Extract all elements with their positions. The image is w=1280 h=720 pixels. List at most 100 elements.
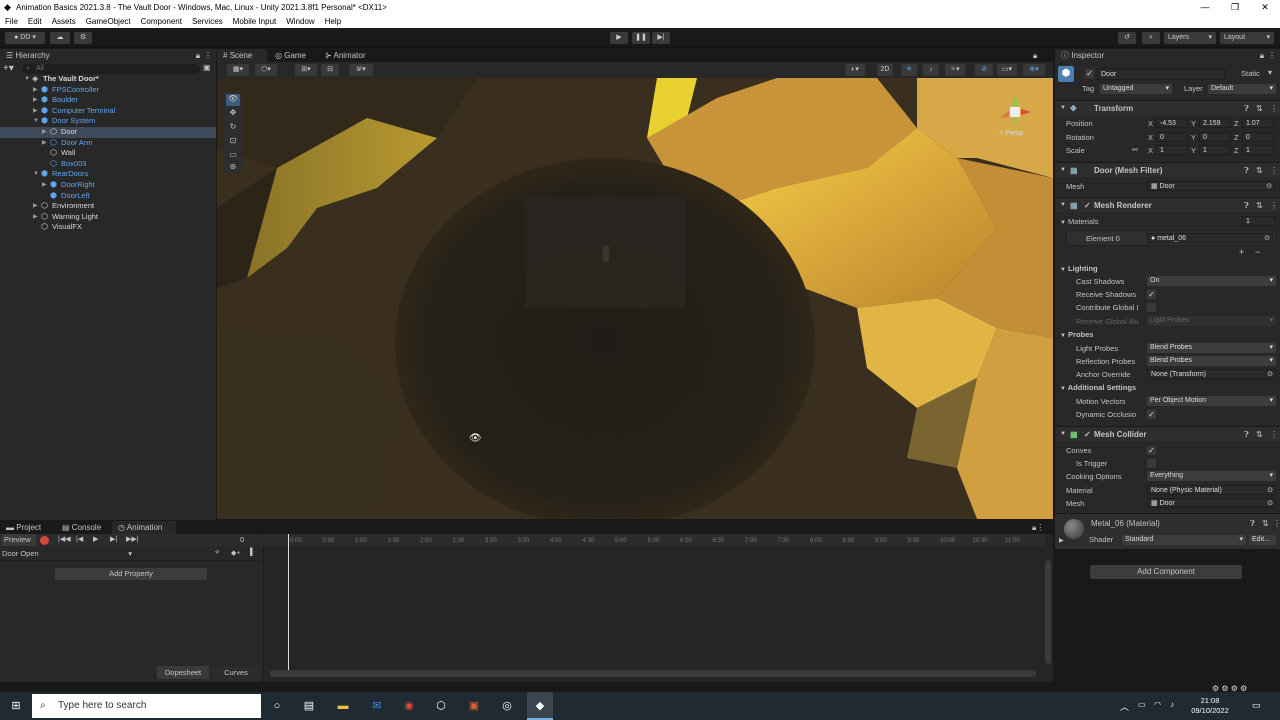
help-icon[interactable]: ❓︎	[1244, 163, 1249, 178]
last-key-icon[interactable]: ▶▶|	[126, 534, 139, 546]
position-x-field[interactable]: -4.53	[1156, 118, 1188, 128]
motion-vectors-dropdown[interactable]: Per Object Motion ▾	[1147, 396, 1276, 406]
lighting-icon[interactable]: ☀	[901, 64, 917, 76]
enabled-checkbox[interactable]: ✓	[1084, 427, 1091, 442]
menu-item-file[interactable]: File	[0, 17, 23, 26]
filter-icon[interactable]: ⟡	[215, 549, 220, 557]
rotation-y-field[interactable]: 0	[1199, 132, 1231, 142]
scale-z-field[interactable]: 1	[1242, 145, 1274, 155]
frame-field[interactable]: 0	[232, 535, 260, 545]
layer-dropdown[interactable]: Default ▾	[1208, 84, 1276, 94]
scale-x-field[interactable]: 1	[1156, 145, 1188, 155]
materials-count-field[interactable]: 1	[1242, 216, 1276, 226]
chevron-right-icon[interactable]: ▶	[42, 127, 47, 138]
perspective-label[interactable]: < Persp	[999, 130, 1023, 137]
enabled-checkbox[interactable]: ✓	[1084, 198, 1091, 213]
scale-y-field[interactable]: 1	[1199, 145, 1231, 155]
element0-field[interactable]: ● metal_06 ⊙	[1147, 233, 1273, 243]
grid-snap-icon[interactable]: ⊞▾	[295, 64, 317, 76]
chevron-right-icon[interactable]: ▶	[42, 138, 47, 149]
unity-editor-taskbar-button[interactable]: ◆	[527, 692, 553, 720]
anchor-override-field[interactable]: None (Transform) ⊙	[1147, 369, 1276, 379]
additional-settings-foldout[interactable]: ▼ Additional Settings	[1060, 383, 1136, 392]
chrome-icon[interactable]: ◉	[400, 697, 418, 715]
step-button[interactable]: ▶|	[652, 32, 670, 44]
chevron-right-icon[interactable]: ▶	[33, 212, 38, 223]
hierarchy-item[interactable]: ▶ ⬡ Door Arm	[0, 138, 216, 149]
effects-icon[interactable]: ✧▾	[945, 64, 965, 76]
wifi-icon[interactable]: ◠	[1154, 700, 1161, 709]
hierarchy-item[interactable]: ▶ ⬡ Environment	[0, 201, 216, 212]
mesh-collider-header[interactable]: ▼ ▦ ✓ Mesh Collider ❓︎ ⇅ ⋮	[1056, 426, 1280, 441]
chevron-down-icon[interactable]: ▼	[24, 74, 30, 85]
chevron-down-icon[interactable]: ▾	[1268, 68, 1272, 77]
add-event-icon[interactable]: ▌	[250, 549, 255, 556]
shader-dropdown[interactable]: Standard ▾	[1122, 535, 1246, 545]
obs-icon[interactable]: ◎	[498, 697, 516, 715]
scene-view[interactable]: 👁︎ ✥ ↻ ⊡ ▭ ⊛ < Persp 👁︎	[217, 78, 1053, 519]
hierarchy-item[interactable]: ⬡ Wall	[0, 148, 216, 159]
hierarchy-item[interactable]: ▶ ⬢ DoorRight	[0, 180, 216, 191]
clock[interactable]: 21:08 09/10/2022	[1190, 696, 1230, 716]
tab-inspector[interactable]: ⓘ Inspector 🔒︎ ⋮	[1055, 49, 1280, 62]
cast-shadows-dropdown[interactable]: On ▾	[1147, 276, 1276, 286]
menu-item-gameobject[interactable]: GameObject	[81, 17, 136, 26]
dopesheet-button[interactable]: Dopesheet	[157, 666, 209, 679]
tag-dropdown[interactable]: Untagged ▾	[1100, 84, 1172, 94]
more-icon[interactable]: ⋮	[1270, 163, 1278, 178]
position-y-field[interactable]: 2.159	[1199, 118, 1231, 128]
shading-icon[interactable]: ◐▾	[845, 64, 865, 76]
more-icon[interactable]: ⋮	[204, 49, 212, 62]
hierarchy-item[interactable]: ▶ ⬢ FPSController	[0, 85, 216, 96]
camera-icon[interactable]: ▭▾	[997, 64, 1017, 76]
object-name-field[interactable]: Door	[1097, 68, 1225, 80]
menu-item-services[interactable]: Services	[187, 17, 228, 26]
cortana-icon[interactable]: ○	[268, 697, 286, 715]
playhead[interactable]	[288, 534, 289, 670]
menu-item-mobile-input[interactable]: Mobile Input	[228, 17, 282, 26]
first-key-icon[interactable]: |◀◀	[58, 534, 71, 546]
toggle-2d-button[interactable]: 2D	[877, 64, 893, 76]
transform-header[interactable]: ▼ ✥ Transform ❓︎ ⇅ ⋮	[1056, 100, 1280, 115]
add-icon[interactable]: +▾	[3, 63, 14, 74]
add-element-icon[interactable]: +	[1239, 247, 1244, 257]
settings-icon[interactable]: ⇅	[1262, 519, 1269, 528]
lock-icon[interactable]: 🔒︎	[1260, 49, 1264, 62]
network-icon[interactable]: ▭	[1138, 700, 1146, 709]
object-picker-icon[interactable]: ⊙	[1267, 499, 1273, 508]
link-icon[interactable]: ⚯	[1132, 146, 1138, 154]
object-picker-icon[interactable]: ⊙	[1267, 486, 1273, 495]
tray-chevron-icon[interactable]: ︿	[1120, 700, 1129, 713]
more-icon[interactable]: ⋮	[1270, 101, 1278, 116]
hierarchy-item[interactable]: ▼ ⬢ Door System	[0, 116, 216, 127]
mesh-filter-header[interactable]: ▼ ▦ Door (Mesh Filter) ❓︎ ⇅ ⋮	[1056, 162, 1280, 177]
rotation-z-field[interactable]: 0	[1242, 132, 1274, 142]
settings-icon[interactable]: ⇅	[1256, 427, 1263, 442]
increment-snap-icon[interactable]: ⊯▾	[349, 64, 373, 76]
object-picker-icon[interactable]: ⊙	[1266, 182, 1272, 191]
draw-mode-icon[interactable]: ▦▾	[227, 64, 249, 76]
view-tool-icon[interactable]: 👁︎	[226, 94, 240, 106]
audio-icon[interactable]: ♪	[923, 64, 939, 76]
add-component-button[interactable]: Add Component	[1090, 565, 1242, 579]
snap-icon[interactable]: ⊟	[321, 64, 339, 76]
chevron-right-icon[interactable]: ▶	[33, 106, 38, 117]
active-checkbox[interactable]: ✓	[1085, 69, 1094, 78]
mail-icon[interactable]: ✉	[368, 697, 386, 715]
menu-item-assets[interactable]: Assets	[47, 17, 81, 26]
is-trigger-checkbox[interactable]	[1147, 459, 1156, 468]
reflection-probes-dropdown[interactable]: Blend Probes ▾	[1147, 356, 1276, 366]
scale-tool-icon[interactable]: ⊡	[226, 136, 240, 148]
hierarchy-item[interactable]: ▶ ⬢ Computer Terminal	[0, 106, 216, 117]
chevron-right-icon[interactable]: ▶	[33, 95, 38, 106]
orientation-gizmo[interactable]: < Persp	[995, 92, 1035, 142]
edit-shader-button[interactable]: Edit...	[1249, 535, 1276, 545]
notifications-icon[interactable]: ▭	[1252, 700, 1261, 711]
hierarchy-item[interactable]: ▶ ⬡ Warning Light	[0, 212, 216, 223]
history-icon[interactable]: ↺	[1118, 32, 1136, 44]
rotation-x-field[interactable]: 0	[1156, 132, 1188, 142]
layout-dropdown[interactable]: Layout ▾	[1220, 32, 1274, 44]
tab-animation[interactable]: ◷ Animation	[112, 521, 176, 534]
chevron-down-icon[interactable]: ▼	[33, 116, 39, 127]
hierarchy-item[interactable]: ▶ ⬡ Door	[0, 127, 216, 138]
